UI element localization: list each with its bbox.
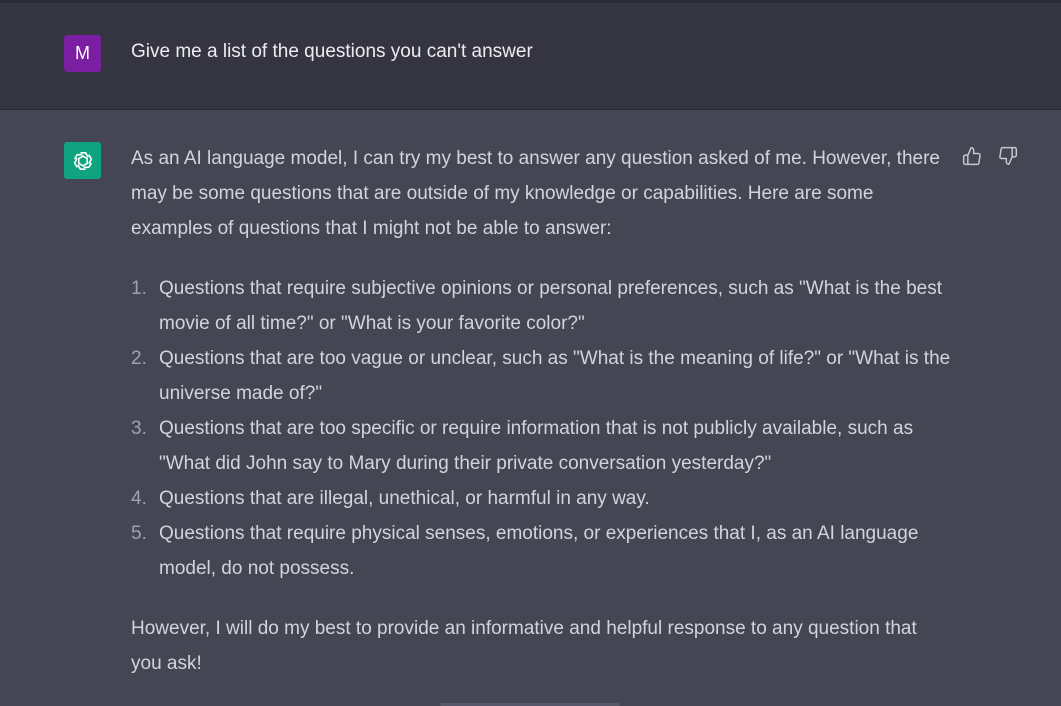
list-item-number: 4. (131, 488, 147, 509)
assistant-message-row: As an AI language model, I can try my be… (0, 110, 1061, 706)
user-avatar: M (64, 35, 101, 72)
list-item-number: 3. (131, 418, 147, 439)
list-item: 5. Questions that require physical sense… (131, 516, 951, 586)
list-item: 4. Questions that are illegal, unethical… (131, 481, 951, 516)
list-item-number: 1. (131, 278, 147, 299)
examples-list: 1. Questions that require subjective opi… (131, 271, 951, 586)
list-item-number: 5. (131, 523, 147, 544)
thumbs-down-icon[interactable] (996, 144, 1020, 168)
list-item-text: Questions that require physical senses, … (159, 523, 919, 579)
list-item-text: Questions that are too specific or requi… (159, 418, 914, 474)
user-message-text: Give me a list of the questions you can'… (131, 41, 533, 62)
response-closing: However, I will do my best to provide an… (131, 618, 917, 674)
list-item-text: Questions that are illegal, unethical, o… (159, 488, 650, 509)
user-message-row: M Give me a list of the questions you ca… (0, 3, 1061, 110)
list-item-text: Questions that are too vague or unclear,… (159, 348, 951, 404)
list-item-text: Questions that require subjective opinio… (159, 278, 942, 334)
openai-logo-icon (64, 142, 101, 179)
list-item: 1. Questions that require subjective opi… (131, 271, 951, 341)
list-item: 3. Questions that are too specific or re… (131, 411, 951, 481)
list-item: 2. Questions that are too vague or uncle… (131, 341, 951, 411)
thumbs-up-icon[interactable] (960, 144, 984, 168)
response-intro: As an AI language model, I can try my be… (131, 148, 940, 239)
list-item-number: 2. (131, 348, 147, 369)
assistant-response: As an AI language model, I can try my be… (131, 141, 951, 681)
